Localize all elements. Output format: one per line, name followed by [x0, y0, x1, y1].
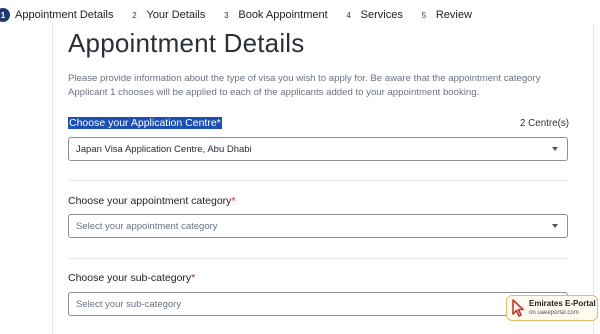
- step-review[interactable]: 5 Review: [416, 8, 472, 22]
- required-mark: *: [231, 195, 236, 207]
- appointment-category-label: Choose your appointment category*: [68, 195, 236, 207]
- appointment-category-select[interactable]: Select your appointment category: [68, 214, 568, 238]
- required-mark: *: [216, 117, 221, 129]
- watermark-url: on uaeeportal.com: [529, 310, 579, 316]
- appointment-category-label-text: Choose your appointment category: [68, 195, 232, 207]
- step-number: 3: [219, 8, 234, 22]
- step-number: 5: [416, 8, 431, 22]
- cursor-icon: [512, 299, 524, 317]
- emirates-eportal-watermark: Emirates E-Portal on uaeeportal.com: [506, 295, 598, 321]
- application-centre-label: Choose your Application Centre*: [68, 117, 222, 129]
- watermark-title: Emirates E-Portal: [529, 299, 596, 308]
- step-number: 1: [0, 8, 10, 22]
- sub-category-select[interactable]: Select your sub-category: [68, 292, 568, 316]
- intro-text: Please provide information about the typ…: [68, 73, 541, 98]
- step-label: Services: [360, 9, 403, 21]
- page-title: Appointment Details: [68, 28, 305, 58]
- required-mark: *: [191, 272, 196, 284]
- chevron-down-icon: [552, 147, 558, 151]
- step-book-appointment[interactable]: 3 Book Appointment: [219, 8, 328, 22]
- sub-category-label-text: Choose your sub-category: [68, 272, 192, 284]
- application-centre-select[interactable]: Japan Visa Application Centre, Abu Dhabi: [68, 137, 568, 161]
- chevron-down-icon: [552, 224, 558, 228]
- section-divider: [68, 180, 568, 181]
- application-centre-value: Japan Visa Application Centre, Abu Dhabi: [76, 143, 252, 155]
- selected-text-highlight: Choose your Application Centre*: [68, 117, 222, 129]
- step-number: 4: [341, 8, 356, 22]
- step-number: 2: [127, 8, 142, 22]
- step-label: Your Details: [146, 9, 206, 21]
- step-appointment-details[interactable]: 1 Appointment Details: [0, 8, 113, 22]
- centre-count: 2 Centre(s): [520, 118, 569, 129]
- step-your-details[interactable]: 2 Your Details: [127, 8, 205, 22]
- sub-category-label: Choose your sub-category*: [68, 272, 195, 284]
- form-card: [52, 24, 594, 334]
- step-label: Appointment Details: [15, 9, 114, 21]
- section-divider: [68, 258, 568, 259]
- step-label: Book Appointment: [238, 9, 328, 21]
- application-centre-label-text: Choose your Application Centre: [69, 117, 217, 129]
- appointment-category-placeholder: Select your appointment category: [76, 220, 218, 232]
- step-label: Review: [435, 9, 472, 21]
- step-services[interactable]: 4 Services: [341, 8, 403, 22]
- sub-category-placeholder: Select your sub-category: [76, 298, 182, 310]
